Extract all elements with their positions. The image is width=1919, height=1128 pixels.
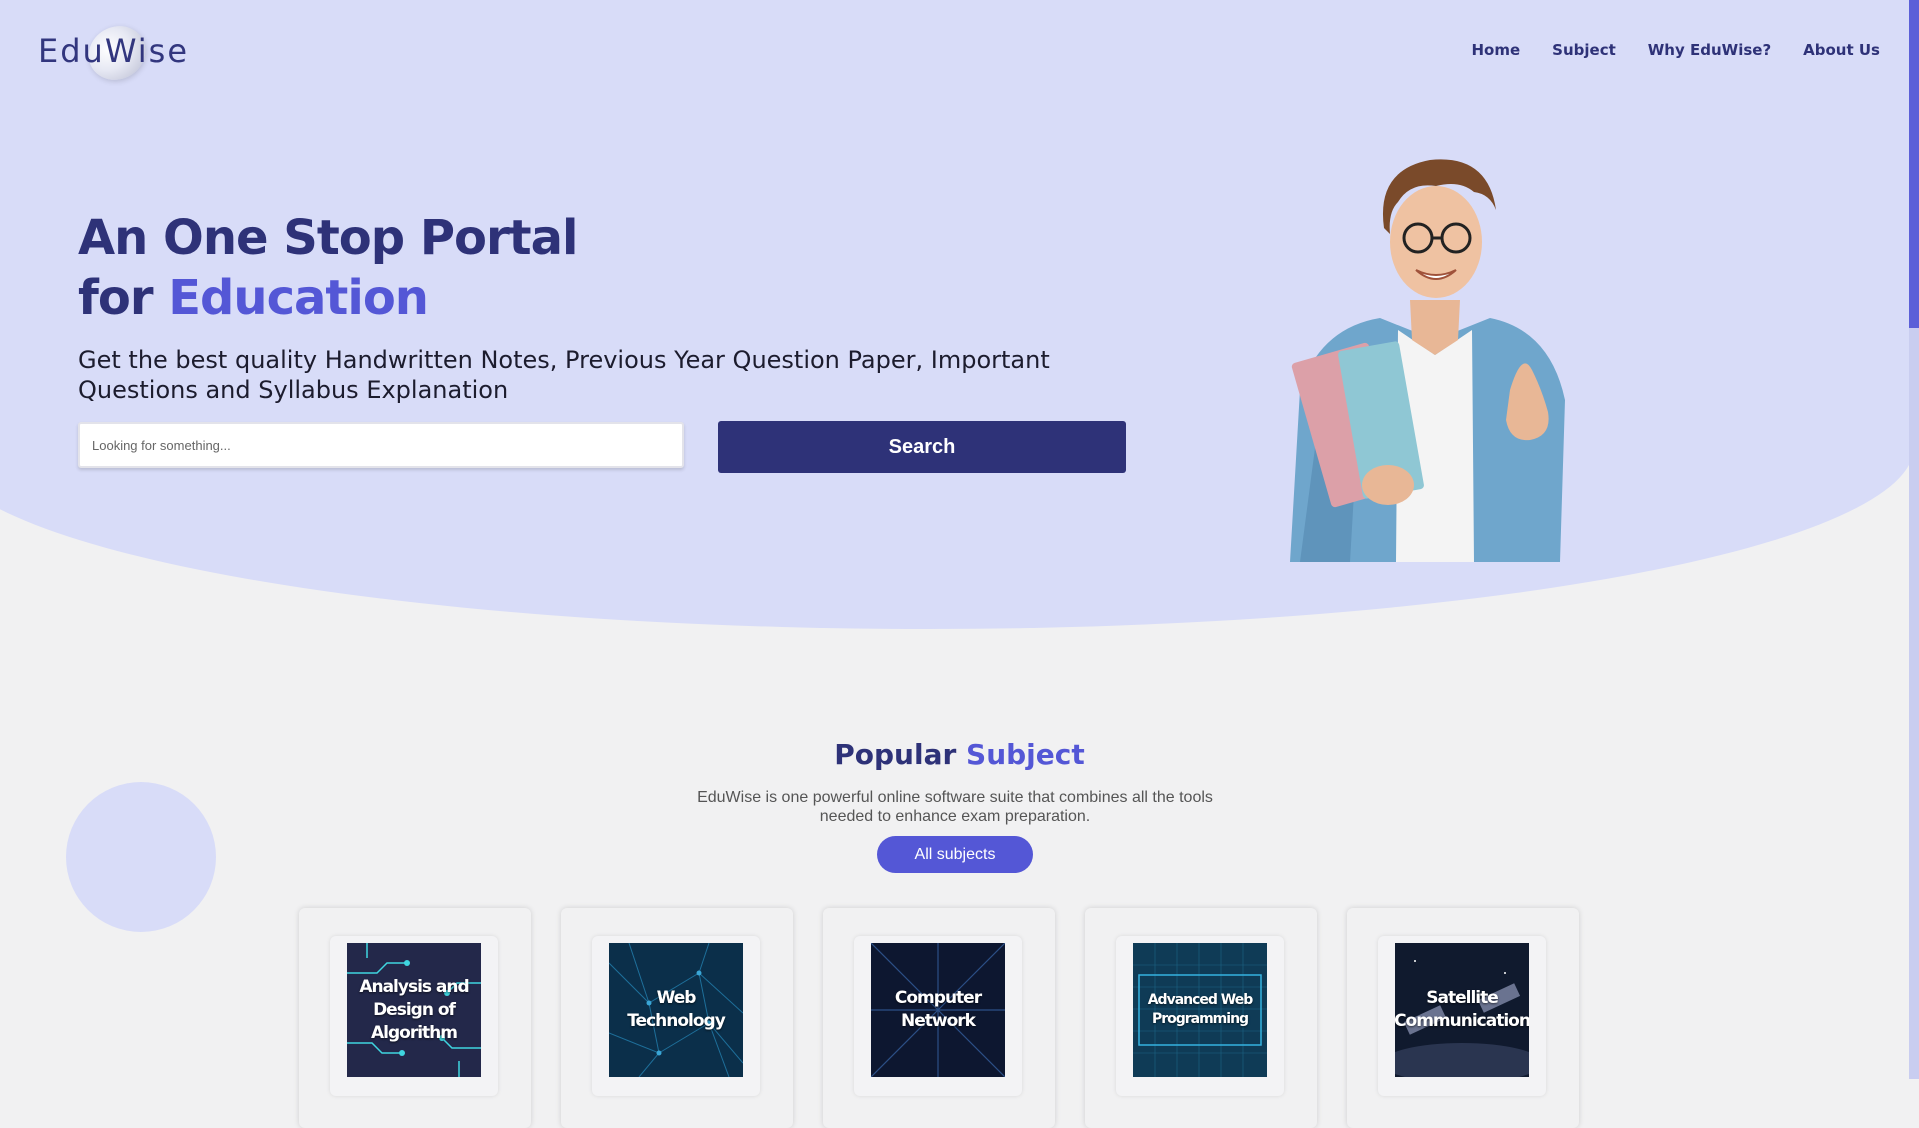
subject-label: Satellite Communication [1395, 988, 1529, 1031]
student-illustration [1290, 159, 1565, 562]
search-input[interactable] [78, 422, 684, 468]
hero-title: An One Stop Portal for Education [78, 208, 578, 328]
subject-card-satellite[interactable]: Satellite Communication [1347, 908, 1579, 1128]
subject-card-algorithm[interactable]: Analysis and Design of Algorithm [299, 908, 531, 1128]
nav-home[interactable]: Home [1471, 41, 1520, 59]
subject-cards: Analysis and Design of Algorithm Web Tec… [299, 908, 1579, 1128]
subject-card-computer-network[interactable]: Computer Network [823, 908, 1055, 1128]
hero-title-accent: Education [168, 270, 429, 326]
card-inner: Analysis and Design of Algorithm [330, 936, 498, 1096]
hero-title-for: for [78, 270, 169, 326]
hero-title-line1: An One Stop Portal [78, 210, 578, 266]
circuit-board-icon: Analysis and Design of Algorithm [347, 943, 481, 1077]
nav-about-us[interactable]: About Us [1803, 41, 1880, 59]
subject-label: Advanced Web Programming [1147, 992, 1254, 1027]
card-inner: Satellite Communication [1378, 936, 1546, 1096]
subject-label: Computer Network [894, 988, 982, 1031]
satellite-icon: Satellite Communication [1395, 943, 1529, 1077]
subject-label: Web Technology [627, 988, 726, 1031]
all-subjects-button[interactable]: All subjects [877, 836, 1033, 873]
search-button[interactable]: Search [718, 421, 1126, 473]
network-mesh-icon: Web Technology [609, 943, 743, 1077]
brand-logo[interactable]: EduWise [38, 15, 190, 91]
subject-card-web-technology[interactable]: Web Technology [561, 908, 793, 1128]
card-inner: Computer Network [854, 936, 1022, 1096]
scrollbar[interactable] [1909, 0, 1919, 1079]
subject-label: Analysis and Design of Algorithm [359, 976, 469, 1043]
nav-why-eduwise[interactable]: Why EduWise? [1648, 41, 1771, 59]
binary-tunnel-icon: Computer Network [871, 943, 1005, 1077]
decorative-circle [66, 782, 216, 932]
nav-subject[interactable]: Subject [1552, 41, 1616, 59]
tech-frame-icon: Advanced Web Programming [1133, 943, 1267, 1077]
scrollbar-thumb[interactable] [1909, 0, 1919, 328]
subject-card-advanced-web[interactable]: Advanced Web Programming [1085, 908, 1317, 1128]
card-inner: Advanced Web Programming [1116, 936, 1284, 1096]
popular-title-word: Popular [834, 738, 957, 771]
popular-description: EduWise is one powerful online software … [697, 789, 1213, 825]
popular-title-accent: Subject [966, 738, 1085, 771]
brand-name: EduWise [38, 32, 189, 70]
card-inner: Web Technology [592, 936, 760, 1096]
popular-subject-title: Popular Subject [0, 738, 1919, 771]
hero-subtitle: Get the best quality Handwritten Notes, … [78, 346, 1050, 404]
main-nav: Home Subject Why EduWise? About Us [1471, 41, 1880, 59]
